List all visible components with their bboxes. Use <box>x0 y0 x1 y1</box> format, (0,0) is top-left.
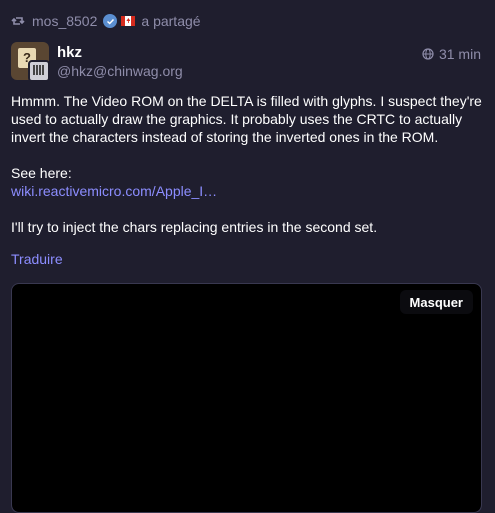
translate-button[interactable]: Traduire <box>11 251 63 267</box>
media-attachment[interactable]: Masquer <box>11 283 482 513</box>
shared-label: a partagé <box>141 13 201 29</box>
see-here-text: See here: <box>11 165 72 181</box>
globe-icon <box>422 48 434 60</box>
status-paragraph: Hmmm. The Video ROM on the DELTA is fill… <box>11 93 482 145</box>
author-account[interactable]: @hkz@chinwag.org <box>57 63 183 79</box>
booster-name-link[interactable]: mos_8502 <box>32 13 97 29</box>
status-paragraph: I'll try to inject the chars replacing e… <box>11 219 378 235</box>
status-content: Hmmm. The Video ROM on the DELTA is fill… <box>11 92 483 254</box>
booster-avatar[interactable] <box>28 60 50 82</box>
status-timestamp[interactable]: 31 min <box>422 46 481 62</box>
canada-flag-icon <box>121 16 136 26</box>
boost-header: mos_8502 a partagé <box>11 11 201 31</box>
verified-badge-icon <box>103 14 118 28</box>
hide-media-button[interactable]: Masquer <box>399 290 473 314</box>
author-display-name[interactable]: hkz <box>57 44 82 61</box>
status-card: mos_8502 a partagé hkz @hkz@chinwag.org … <box>0 0 495 513</box>
boost-icon <box>11 14 25 28</box>
wiki-link[interactable]: wiki.reactivemicro.com/Apple_I… <box>11 183 217 199</box>
relative-time: 31 min <box>438 46 481 62</box>
